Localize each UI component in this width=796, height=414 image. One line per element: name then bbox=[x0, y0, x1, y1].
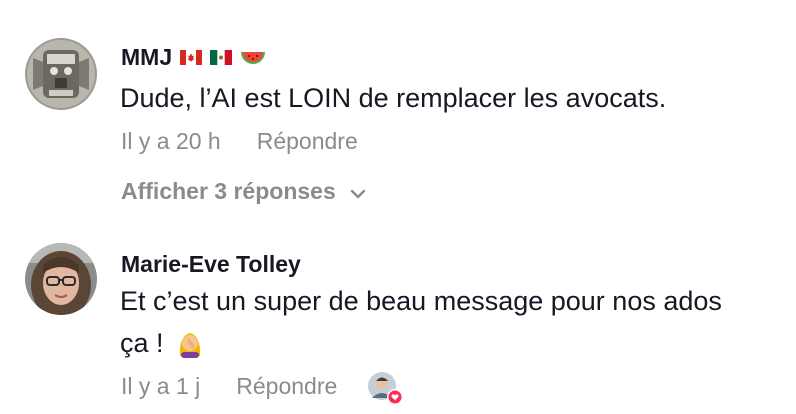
comment-time: Il y a 1 j bbox=[121, 372, 201, 399]
comment-meta: Il y a 20 h Répondre bbox=[121, 128, 358, 155]
comment-item: Marie-Eve Tolley Et c’est un super de be… bbox=[0, 220, 796, 414]
avatar[interactable] bbox=[25, 38, 97, 110]
comment-time: Il y a 20 h bbox=[121, 128, 221, 154]
avatar[interactable] bbox=[25, 243, 97, 315]
comment-author[interactable]: MMJ bbox=[121, 44, 266, 71]
author-name: MMJ bbox=[121, 44, 173, 70]
canada-flag-icon bbox=[180, 50, 203, 65]
show-replies-label: Afficher 3 réponses bbox=[121, 178, 336, 204]
show-replies-button[interactable]: Afficher 3 réponses bbox=[121, 178, 366, 205]
avatar-image bbox=[25, 38, 97, 110]
comment-text: Dude, l’AI est LOIN de remplacer les avo… bbox=[120, 83, 667, 113]
avatar-image bbox=[25, 243, 97, 315]
heart-icon bbox=[387, 389, 404, 405]
reply-button[interactable]: Répondre bbox=[257, 128, 358, 155]
comment-meta: Il y a 1 j Répondre bbox=[121, 371, 404, 405]
comment-text-line: Et c’est un super de beau message pour n… bbox=[120, 286, 722, 316]
author-emojis bbox=[180, 48, 266, 68]
comment-author[interactable]: Marie-Eve Tolley bbox=[121, 251, 301, 278]
comment-item: MMJ Dude, l’AI est LOIN de remplacer les… bbox=[0, 0, 796, 220]
comment-text-line: ça ! bbox=[120, 328, 164, 358]
comment-text: Et c’est un super de beau message pour n… bbox=[120, 280, 790, 370]
creator-liked-badge bbox=[367, 371, 404, 405]
facepalm-woman-icon bbox=[175, 328, 205, 370]
author-name: Marie-Eve Tolley bbox=[121, 251, 301, 277]
reply-button[interactable]: Répondre bbox=[236, 373, 337, 400]
chevron-down-icon bbox=[350, 178, 366, 205]
watermelon-icon bbox=[241, 51, 266, 64]
comment-text-line-2: ça ! bbox=[120, 322, 790, 370]
mexico-flag-icon bbox=[210, 50, 233, 65]
